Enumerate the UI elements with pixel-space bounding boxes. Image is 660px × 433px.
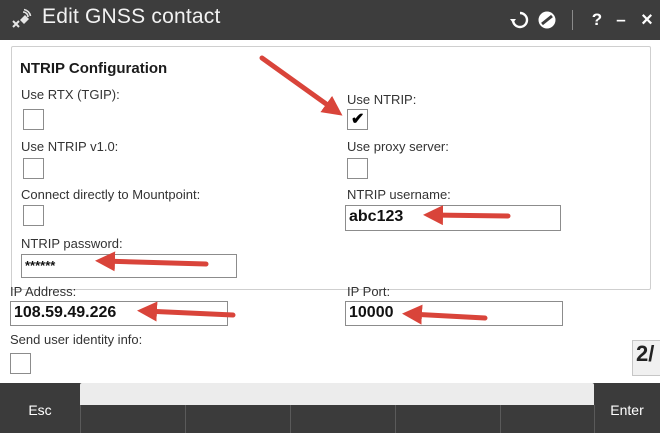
ntrip-username-label: NTRIP username:: [347, 187, 451, 202]
section-title: NTRIP Configuration: [20, 60, 168, 77]
use-ntrip-label: Use NTRIP:: [347, 92, 417, 107]
no-entry-icon[interactable]: [536, 9, 558, 31]
softkey-divider: [395, 405, 396, 433]
ip-address-label: IP Address:: [10, 284, 77, 299]
ntrip-password-label: NTRIP password:: [21, 236, 123, 251]
use-rtx-label: Use RTX (TGIP):: [21, 87, 120, 102]
send-identity-label: Send user identity info:: [10, 332, 143, 347]
ip-port-input[interactable]: 10000: [345, 301, 563, 326]
minimize-icon[interactable]: –: [610, 9, 632, 31]
softkey-divider: [80, 405, 81, 433]
use-ntrip-v1-label: Use NTRIP v1.0:: [21, 139, 119, 154]
ip-address-input[interactable]: 108.59.49.226: [10, 301, 228, 326]
back-icon[interactable]: [508, 9, 530, 31]
status-strip: [80, 383, 594, 405]
use-rtx-checkbox[interactable]: [23, 109, 44, 130]
ntrip-password-input[interactable]: ******: [21, 254, 237, 278]
use-proxy-checkbox[interactable]: [347, 158, 368, 179]
connect-mountpoint-label: Connect directly to Mountpoint:: [21, 187, 201, 202]
ip-port-label: IP Port:: [347, 284, 391, 299]
use-ntrip-checkbox[interactable]: ✔: [347, 109, 368, 130]
window-title: Edit GNSS contact: [42, 5, 221, 28]
help-icon[interactable]: ?: [586, 9, 608, 31]
softkey-divider: [500, 405, 501, 433]
enter-button[interactable]: Enter: [594, 383, 660, 433]
title-bar: Edit GNSS contact ? – ×: [0, 0, 660, 40]
esc-button[interactable]: Esc: [0, 383, 80, 433]
ntrip-username-input[interactable]: abc123: [345, 205, 561, 231]
gnss-contact-icon: [10, 8, 32, 30]
send-identity-checkbox[interactable]: [10, 353, 31, 374]
softkey-divider: [185, 405, 186, 433]
close-icon[interactable]: ×: [636, 9, 658, 31]
page-indicator[interactable]: 2/: [632, 340, 660, 376]
softkey-divider: [290, 405, 291, 433]
use-ntrip-v1-checkbox[interactable]: [23, 158, 44, 179]
connect-mountpoint-checkbox[interactable]: [23, 205, 44, 226]
title-separator: [572, 10, 573, 30]
use-proxy-label: Use proxy server:: [347, 139, 449, 154]
checkmark-icon: ✔: [351, 111, 365, 128]
